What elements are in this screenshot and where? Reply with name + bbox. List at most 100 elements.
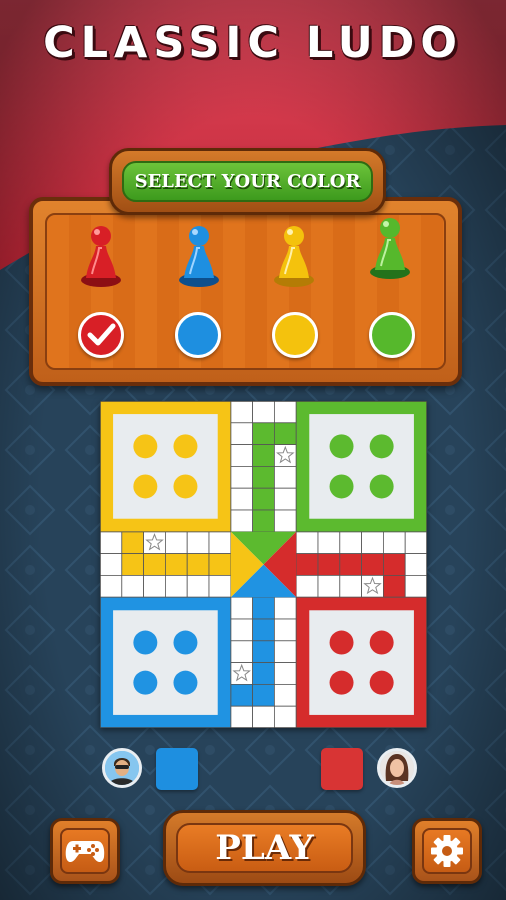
board-cell: [273, 683, 297, 707]
game-controller-button[interactable]: [50, 818, 120, 884]
board-cell: [273, 705, 297, 728]
board-cell: [230, 422, 254, 445]
home-inner-top-left: [113, 414, 218, 519]
board-cell: [230, 705, 254, 728]
board-cell: [339, 531, 363, 555]
home-token-slot: [173, 670, 198, 695]
board-cell: [230, 466, 254, 489]
board-cell: [186, 553, 210, 576]
board-cell: [317, 553, 341, 576]
settings-button[interactable]: [412, 818, 482, 884]
board-cell: [252, 466, 275, 489]
board-cell: [295, 574, 319, 598]
board-cell: [208, 531, 232, 555]
board-cell: [121, 574, 144, 598]
board-cell: [230, 596, 254, 620]
home-token-slot: [133, 474, 158, 499]
board-cell: [273, 487, 297, 511]
home-token-slot: [173, 630, 198, 655]
board-cell: [273, 401, 297, 424]
board-cell: [273, 422, 297, 445]
female-avatar: [380, 751, 414, 785]
board-cell: [273, 640, 297, 664]
color-option-green[interactable]: [369, 312, 415, 358]
board-cell: [339, 553, 363, 576]
player-avatar-right[interactable]: [377, 748, 417, 788]
home-inner-bottom-left: [113, 610, 218, 715]
board-cell: [252, 422, 275, 445]
board-cell: [339, 574, 363, 598]
board-cell: [252, 618, 275, 642]
board-cell: [317, 574, 341, 598]
red-pawn-icon[interactable]: [78, 222, 124, 288]
board-cell: [165, 531, 188, 555]
home-token-slot: [329, 434, 354, 459]
board-cell: [230, 487, 254, 511]
home-token-slot: [133, 434, 158, 459]
board-cell: [404, 531, 427, 555]
home-token-slot: [173, 474, 198, 499]
board-cell: [382, 574, 406, 598]
board-cell: [165, 553, 188, 576]
blue-pawn-icon[interactable]: [176, 222, 222, 288]
board-cell: [382, 531, 406, 555]
board-cell: [404, 574, 427, 598]
board-cell: [273, 466, 297, 489]
male-avatar: [105, 751, 139, 785]
board-cell: [143, 553, 166, 576]
home-token-slot: [369, 630, 394, 655]
player-color-right: [321, 748, 363, 790]
settings-button-inner: [422, 828, 472, 874]
home-token-slot: [133, 670, 158, 695]
green-pawn-icon[interactable]: [367, 214, 413, 280]
board-cell: [252, 662, 275, 685]
gamepad-icon: [65, 841, 105, 863]
home-token-slot: [329, 474, 354, 499]
board-cell: [273, 596, 297, 620]
board-cell: [230, 509, 254, 533]
gear-icon: [431, 835, 463, 867]
home-token-slot: [369, 670, 394, 695]
home-inner-top-right: [309, 414, 414, 519]
color-option-blue[interactable]: [175, 312, 221, 358]
player-avatar-left[interactable]: [102, 748, 142, 788]
board-cell: [208, 574, 232, 598]
home-token-slot: [133, 630, 158, 655]
board-cell: [273, 662, 297, 685]
yellow-pawn-icon[interactable]: [271, 222, 317, 288]
home-token-slot: [369, 474, 394, 499]
home-token-slot: [173, 434, 198, 459]
board-cell: [208, 553, 232, 576]
board-cell: [165, 574, 188, 598]
board-cell: [230, 401, 254, 424]
color-option-red[interactable]: [78, 312, 124, 358]
board-cell: [252, 487, 275, 511]
board-cell: [100, 553, 123, 576]
board-cell: [252, 444, 275, 467]
board-cell: [295, 553, 319, 576]
board-cell: [100, 574, 123, 598]
board-cell: [143, 574, 166, 598]
app-title: CLASSIC LUDO: [43, 18, 463, 68]
home-token-slot: [329, 670, 354, 695]
board-cell: [273, 618, 297, 642]
board-cell: [382, 553, 406, 576]
game-controller-button-inner: [60, 828, 110, 874]
board-cell: [121, 553, 144, 576]
color-option-yellow[interactable]: [272, 312, 318, 358]
checkmark-icon: [87, 323, 116, 346]
ludo-board: [100, 401, 427, 728]
board-cell: [230, 640, 254, 664]
board-cell: [252, 401, 275, 424]
board-cell: [121, 531, 144, 555]
board-cell: [273, 509, 297, 533]
home-token-slot: [369, 434, 394, 459]
select-color-banner: SELECT YOUR COLOR: [109, 148, 386, 215]
home-inner-bottom-right: [309, 610, 414, 715]
board-cell: [252, 596, 275, 620]
board-cell: [404, 553, 427, 576]
play-button[interactable]: PLAY: [163, 810, 366, 886]
board-cell: [295, 531, 319, 555]
home-token-slot: [329, 630, 354, 655]
board-cell: [186, 574, 210, 598]
